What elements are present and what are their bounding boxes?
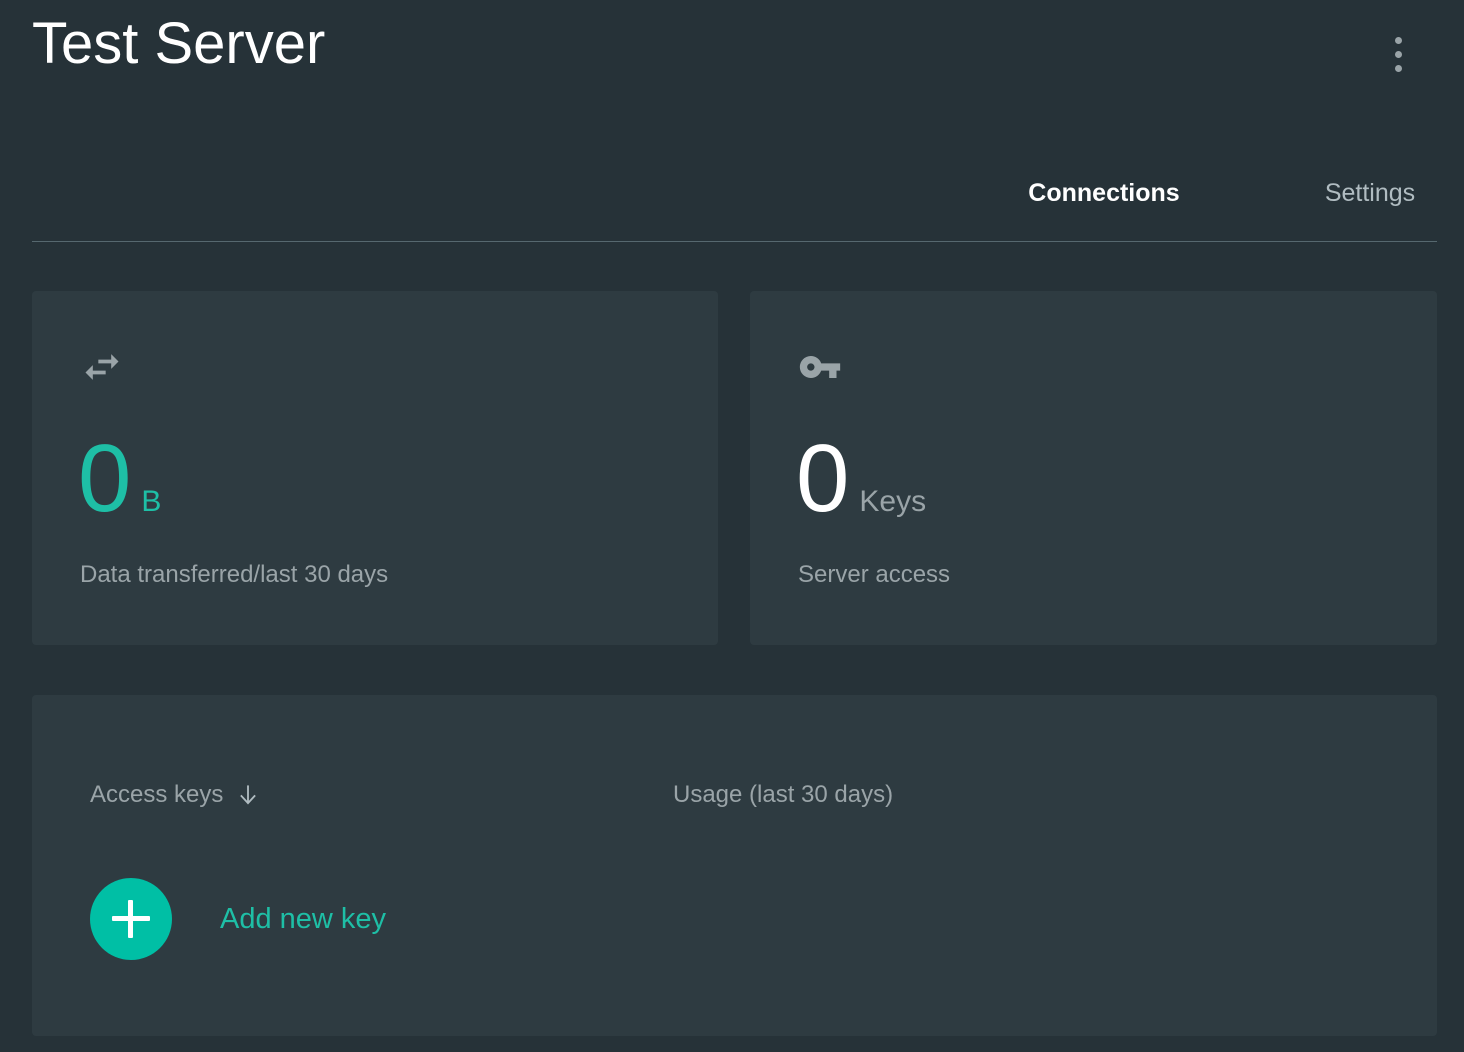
server-page: Test Server Connections Settings 0 [0,0,1464,1052]
tab-connections[interactable]: Connections [970,160,1238,242]
swap-horizontal-icon [80,345,124,389]
kebab-dot [1395,51,1402,58]
server-access-card: 0 Keys Server access [750,291,1437,645]
page-header: Test Server [0,0,1464,110]
access-keys-panel: Access keys Usage (last 30 days) Add new… [32,695,1437,1036]
server-access-value: 0 [796,431,849,527]
plus-icon [90,878,172,960]
tab-settings-label: Settings [1325,178,1415,208]
key-icon [798,345,842,389]
tab-settings[interactable]: Settings [1270,160,1464,242]
kebab-dot [1395,37,1402,44]
server-access-unit: Keys [859,487,926,517]
metric-card-row: 0 B Data transferred/last 30 days 0 Keys… [32,291,1437,645]
column-header-access-keys-label: Access keys [90,780,223,810]
add-new-key-label: Add new key [220,902,386,936]
tab-connections-label: Connections [1028,178,1179,208]
tab-bar-divider [32,241,1437,242]
data-transferred-metric: 0 B [78,431,161,527]
server-access-metric: 0 Keys [796,431,926,527]
server-access-caption: Server access [798,561,950,589]
kebab-menu-icon[interactable] [1386,28,1410,80]
page-title: Test Server [32,8,325,80]
add-new-key-button[interactable]: Add new key [90,878,386,960]
column-header-access-keys[interactable]: Access keys [90,780,261,810]
data-transferred-caption: Data transferred/last 30 days [80,561,388,589]
data-transferred-value: 0 [78,431,131,527]
access-keys-table-header: Access keys Usage (last 30 days) [32,695,1437,885]
tab-bar: Connections Settings [32,160,1437,242]
data-transferred-unit: B [141,487,161,517]
kebab-dot [1395,65,1402,72]
column-header-usage: Usage (last 30 days) [673,780,893,810]
data-transferred-card: 0 B Data transferred/last 30 days [32,291,718,645]
arrow-downward-icon [235,780,261,810]
